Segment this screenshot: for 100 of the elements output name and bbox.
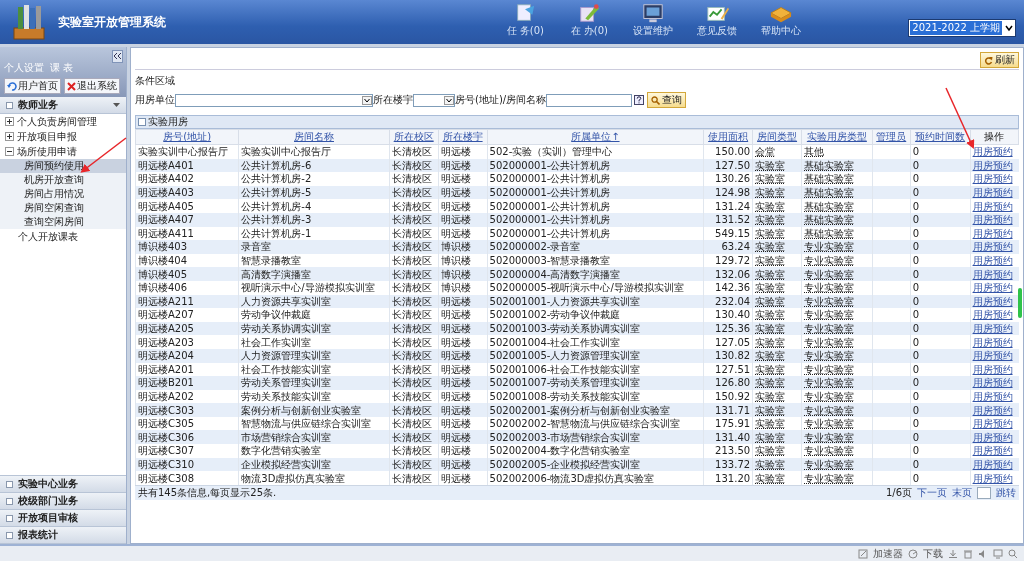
table-cell: 0 bbox=[910, 335, 971, 349]
table-cell: 长清校区 bbox=[389, 199, 439, 213]
column-header[interactable]: 预约时间数 bbox=[910, 129, 971, 145]
nav-button[interactable]: 任 务(0) bbox=[496, 0, 555, 44]
booking-link[interactable]: 用房预约 bbox=[972, 214, 1013, 226]
table-cell: 502002001-案例分析与创新创业实验室 bbox=[487, 403, 704, 417]
scrollbar-thumb[interactable] bbox=[1018, 288, 1022, 318]
table-cell: 专业实验室 bbox=[801, 348, 873, 363]
column-header[interactable]: 管理员 bbox=[872, 129, 911, 145]
expand-box-icon[interactable] bbox=[5, 132, 14, 141]
zoom-icon[interactable] bbox=[1008, 548, 1018, 559]
booking-link[interactable]: 用房预约 bbox=[972, 187, 1013, 199]
booking-link[interactable]: 用房预约 bbox=[972, 295, 1013, 307]
booking-link[interactable]: 用房预约 bbox=[972, 377, 1013, 389]
menu-item[interactable]: 个人负责房间管理 bbox=[0, 114, 126, 129]
menu-item[interactable]: 场所使用申请 bbox=[0, 144, 126, 159]
booking-link[interactable]: 用房预约 bbox=[972, 363, 1013, 375]
table-cell: 劳动关系管理实训室 bbox=[238, 376, 390, 390]
help-icon[interactable] bbox=[634, 95, 645, 105]
booking-link[interactable]: 用房预约 bbox=[972, 404, 1013, 416]
table-cell: 142.36 bbox=[703, 280, 753, 295]
booking-link[interactable]: 用房预约 bbox=[972, 445, 1013, 457]
table-cell: 0 bbox=[910, 185, 971, 200]
refresh-button[interactable]: 刷新 bbox=[980, 52, 1019, 68]
booking-link[interactable]: 用房预约 bbox=[972, 255, 1013, 267]
column-header[interactable]: 实验用房类型 bbox=[801, 129, 873, 145]
column-header[interactable]: 房间类型 bbox=[752, 129, 802, 145]
table-cell: 明远楼C306 bbox=[135, 430, 239, 445]
collapse-icon[interactable] bbox=[113, 52, 122, 60]
keyword-field[interactable] bbox=[546, 93, 633, 107]
table-cell: 明远楼A203 bbox=[135, 335, 239, 349]
booking-link[interactable]: 用房预约 bbox=[972, 309, 1013, 321]
booking-link[interactable]: 用房预约 bbox=[972, 418, 1013, 430]
table-cell: 明远楼 bbox=[438, 430, 488, 445]
nav-button[interactable]: 意见反馈 bbox=[688, 0, 747, 44]
booking-link[interactable]: 用房预约 bbox=[972, 200, 1013, 212]
collapse-box-icon[interactable] bbox=[5, 147, 14, 156]
booking-link[interactable]: 用房预约 bbox=[972, 431, 1013, 443]
table-cell: 0 bbox=[910, 321, 971, 336]
menu-item[interactable]: 个人开放课表 bbox=[0, 229, 126, 244]
group-header[interactable]: 教师业务 bbox=[0, 97, 126, 114]
sidebar-button[interactable]: 退出系统 bbox=[64, 78, 120, 94]
group-header[interactable]: 校级部门业务 bbox=[0, 493, 126, 510]
status-label[interactable]: 下载 bbox=[923, 546, 943, 561]
table-cell: 长清校区 bbox=[389, 430, 439, 445]
column-header[interactable]: 房间名称 bbox=[238, 129, 390, 145]
go-link[interactable]: 跳转 bbox=[996, 485, 1016, 500]
table-cell: 公共计算机房-5 bbox=[238, 185, 390, 200]
table-cell: 502000001-公共计算机房 bbox=[487, 185, 704, 200]
screen-icon[interactable] bbox=[993, 548, 1003, 559]
column-header[interactable]: 所在楼宇 bbox=[438, 129, 488, 145]
page-input[interactable] bbox=[977, 486, 991, 499]
nav-button[interactable]: 帮助中心 bbox=[752, 0, 811, 44]
nav-button[interactable]: 在 办(0) bbox=[560, 0, 619, 44]
group-header[interactable]: 实验中心业务 bbox=[0, 476, 126, 493]
booking-link[interactable]: 用房预约 bbox=[972, 472, 1013, 484]
booking-link[interactable]: 用房预约 bbox=[972, 146, 1013, 158]
booking-link[interactable]: 用房预约 bbox=[972, 323, 1013, 334]
expand-box-icon[interactable] bbox=[5, 117, 14, 126]
booking-link[interactable]: 用房预约 bbox=[972, 458, 1013, 470]
table-cell: 502001003-劳动关系协调实训室 bbox=[487, 321, 704, 336]
dropdown-field[interactable] bbox=[175, 93, 373, 107]
table-cell: 明远楼C303 bbox=[135, 403, 239, 417]
group-header[interactable]: 开放项目审核 bbox=[0, 510, 126, 527]
menu-item[interactable]: 房间预约使用 bbox=[0, 159, 126, 173]
table-cell: 0 bbox=[910, 457, 971, 472]
table-cell: 长清校区 bbox=[389, 471, 439, 485]
last-page-link[interactable]: 末页 bbox=[952, 485, 972, 500]
nav-button[interactable]: 设置维护 bbox=[624, 0, 683, 44]
column-header[interactable]: 使用面积 bbox=[703, 129, 753, 145]
group-header[interactable]: 报表统计 bbox=[0, 527, 126, 544]
table-cell: 高清数字演播室 bbox=[238, 267, 390, 281]
table-cell: 明远楼 bbox=[438, 172, 488, 186]
booking-link[interactable]: 用房预约 bbox=[972, 282, 1013, 294]
dropdown-field[interactable] bbox=[413, 93, 455, 107]
booking-link[interactable]: 用房预约 bbox=[972, 268, 1013, 280]
field-label: 所在楼宇 bbox=[373, 93, 413, 107]
download-icon[interactable] bbox=[948, 548, 958, 559]
booking-link[interactable]: 用房预约 bbox=[972, 173, 1013, 185]
booking-link[interactable]: 用房预约 bbox=[972, 336, 1013, 348]
booking-link[interactable]: 用房预约 bbox=[972, 241, 1013, 253]
table-cell: 实验室 bbox=[752, 376, 802, 390]
semester-select[interactable]: 2021-2022 上学期 bbox=[908, 19, 1016, 37]
annotation-arrow bbox=[945, 87, 975, 150]
booking-link[interactable]: 用房预约 bbox=[972, 391, 1013, 402]
sidebar-button[interactable]: 用户首页 bbox=[4, 78, 61, 94]
table-cell: 124.98 bbox=[703, 185, 753, 200]
column-header[interactable]: 所属单位↑ bbox=[487, 129, 704, 145]
table-cell: 长清校区 bbox=[389, 212, 439, 227]
status-label[interactable]: 加速器 bbox=[873, 546, 903, 561]
booking-link[interactable]: 用房预约 bbox=[972, 350, 1013, 362]
menu-item[interactable]: 开放项目申报 bbox=[0, 129, 126, 144]
trash-icon[interactable] bbox=[963, 548, 973, 559]
speed-icon[interactable] bbox=[908, 548, 918, 559]
next-page-link[interactable]: 下一页 bbox=[917, 485, 947, 500]
column-header[interactable]: 所在校区 bbox=[389, 129, 439, 145]
booking-link[interactable]: 用房预约 bbox=[972, 159, 1013, 171]
booking-link[interactable]: 用房预约 bbox=[972, 227, 1013, 239]
search-button[interactable]: 查询 bbox=[647, 92, 687, 108]
column-header[interactable]: 房号(地址) bbox=[135, 129, 239, 145]
